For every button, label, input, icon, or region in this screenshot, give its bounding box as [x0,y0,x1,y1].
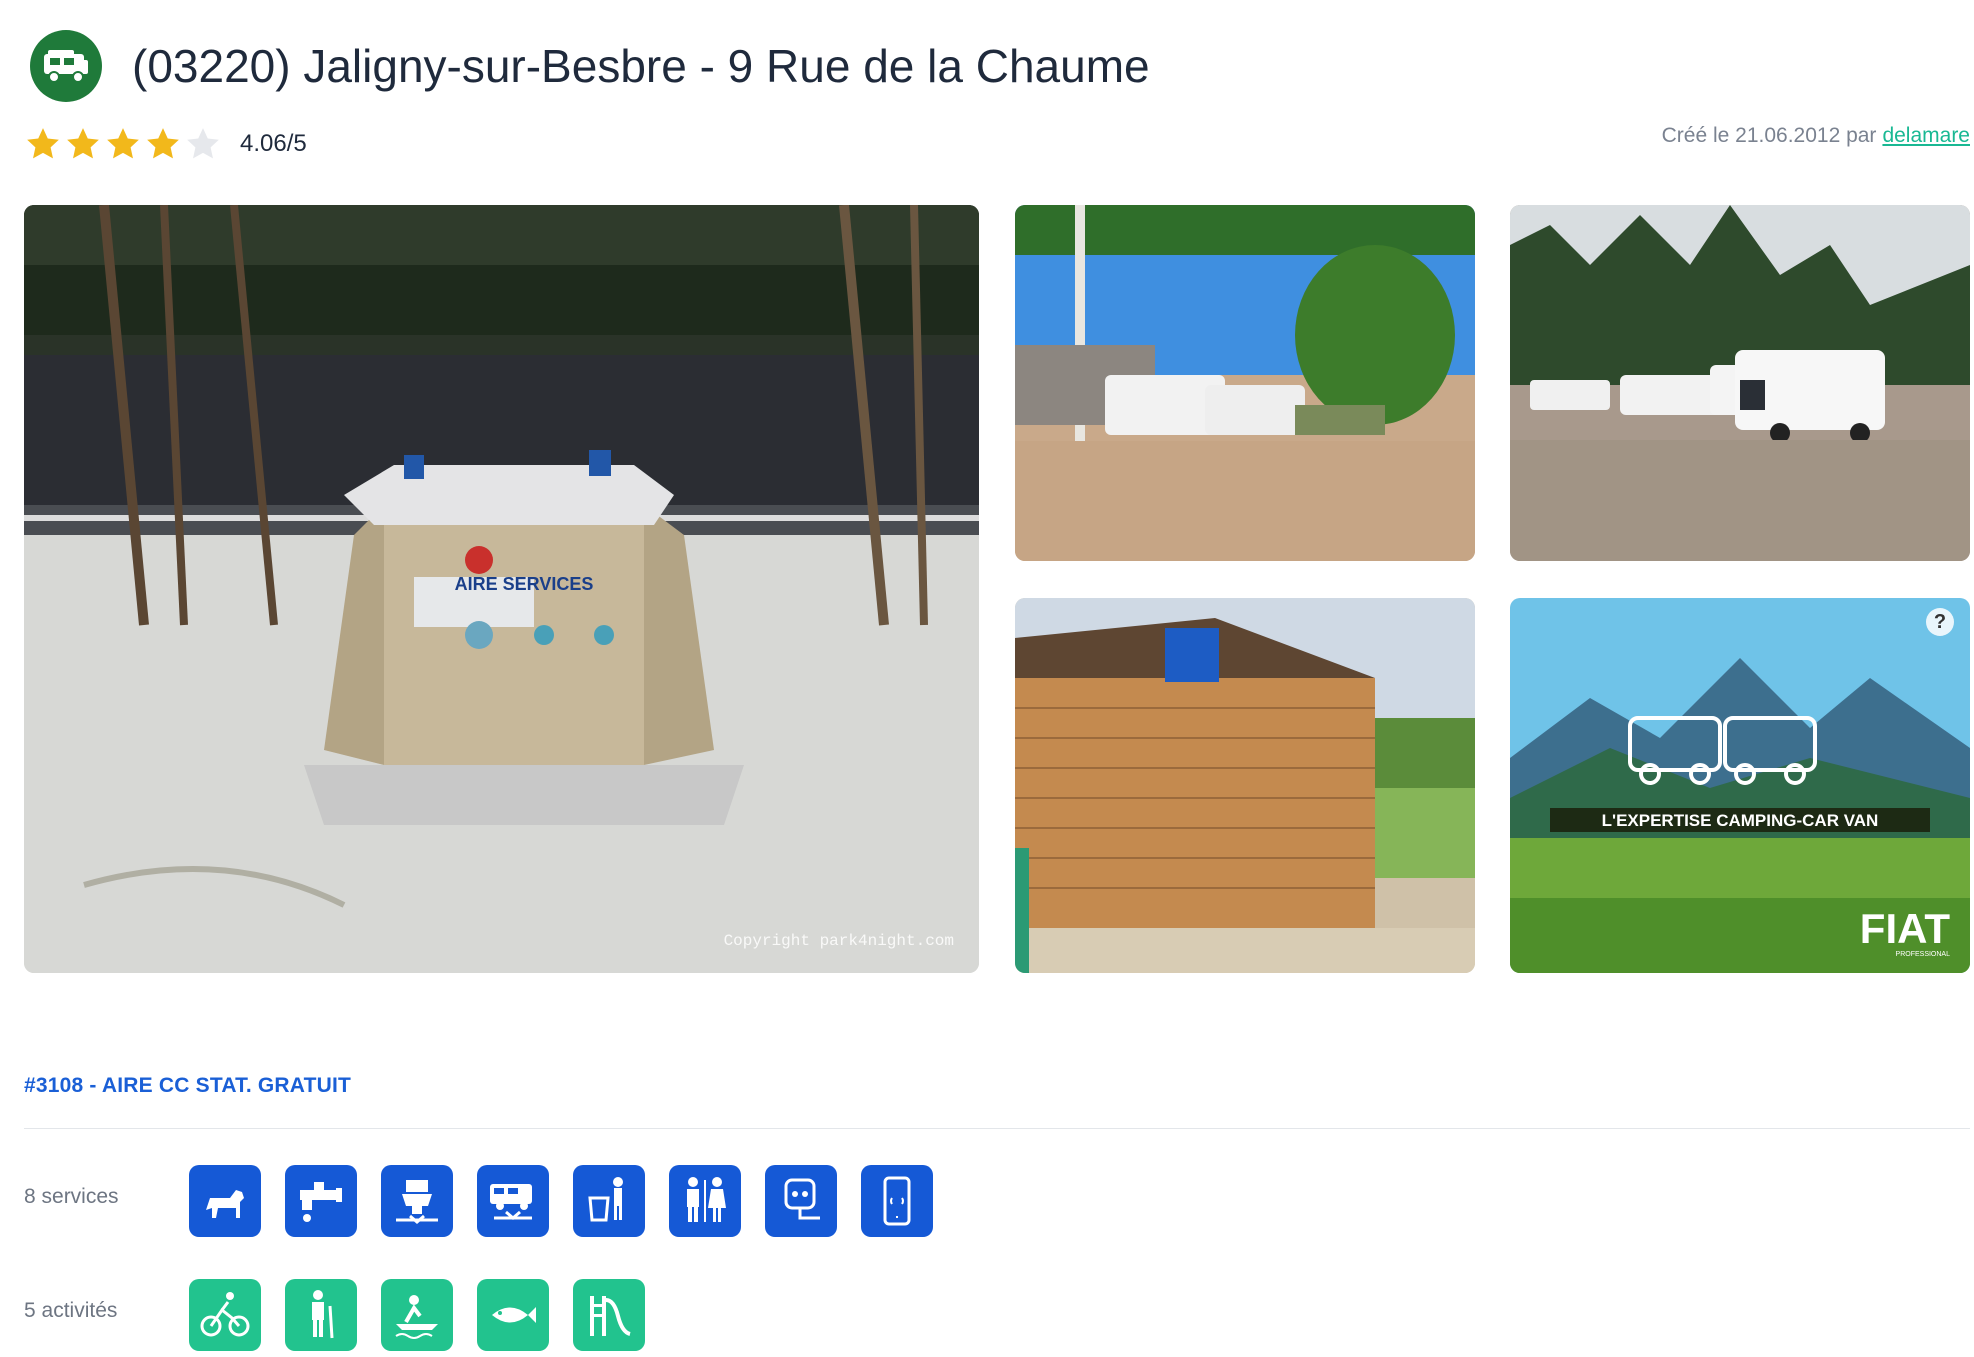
activities-icons [189,1279,645,1351]
photo-gallery: AIRE SERVICES Copyright park4night.com L… [24,205,1970,973]
star-filled-icon [147,128,179,159]
star-rating [24,125,222,163]
water-tap-icon[interactable] [285,1165,357,1237]
photo-motorhomes[interactable] [1510,205,1970,561]
camper-dump-icon[interactable] [477,1165,549,1237]
camper-logo-icon [30,30,102,102]
dog-icon[interactable] [189,1165,261,1237]
created-info: Créé le 21.06.2012 par delamare [1662,124,1970,148]
canoe-icon[interactable] [381,1279,453,1351]
author-link[interactable]: delamare [1882,124,1970,147]
main-sign-text: AIRE SERVICES [455,574,594,594]
trash-bin-icon[interactable] [573,1165,645,1237]
toilets-icon[interactable] [669,1165,741,1237]
services-label: 8 services [24,1185,119,1208]
services-icons [189,1165,933,1237]
divider [24,1128,1970,1129]
electricity-icon[interactable] [765,1165,837,1237]
photo-toilet-building[interactable] [1015,598,1475,973]
photo-campers-trees[interactable] [1015,205,1475,561]
star-filled-icon [27,128,59,159]
activities-label: 5 activités [24,1299,118,1322]
ad-banner[interactable]: L'EXPERTISE CAMPING-CAR VAN FIAT PROFESS… [1510,598,1970,973]
star-filled-icon [67,128,99,159]
created-text: Créé le 21.06.2012 par [1661,124,1877,147]
hiking-icon[interactable] [285,1279,357,1351]
ad-tagline: L'EXPERTISE CAMPING-CAR VAN [1602,811,1879,830]
photo-main[interactable]: AIRE SERVICES Copyright park4night.com [24,205,979,973]
phone-signal-icon[interactable] [861,1165,933,1237]
services-row: 8 services [24,1165,1024,1239]
rating-value: 4.06/5 [240,130,307,157]
playground-icon[interactable] [573,1279,645,1351]
fishing-icon[interactable] [477,1279,549,1351]
star-filled-icon [107,128,139,159]
watermark-text: Copyright park4night.com [724,932,954,950]
ad-brand: FIAT [1860,905,1951,952]
ad-brand-sub: PROFESSIONAL [1896,951,1951,958]
place-id-type: #3108 - AIRE CC STAT. GRATUIT [24,1074,352,1097]
rating: 4.06/5 [24,116,307,172]
ad-info-icon[interactable]: ? [1926,608,1954,636]
star-empty-icon [187,128,219,159]
cycling-icon[interactable] [189,1279,261,1351]
toilet-dump-icon[interactable] [381,1165,453,1237]
page-title: (03220) Jaligny-sur-Besbre - 9 Rue de la… [132,40,1150,92]
activities-row: 5 activités [24,1279,1024,1353]
place-header: (03220) Jaligny-sur-Besbre - 9 Rue de la… [24,26,1970,159]
